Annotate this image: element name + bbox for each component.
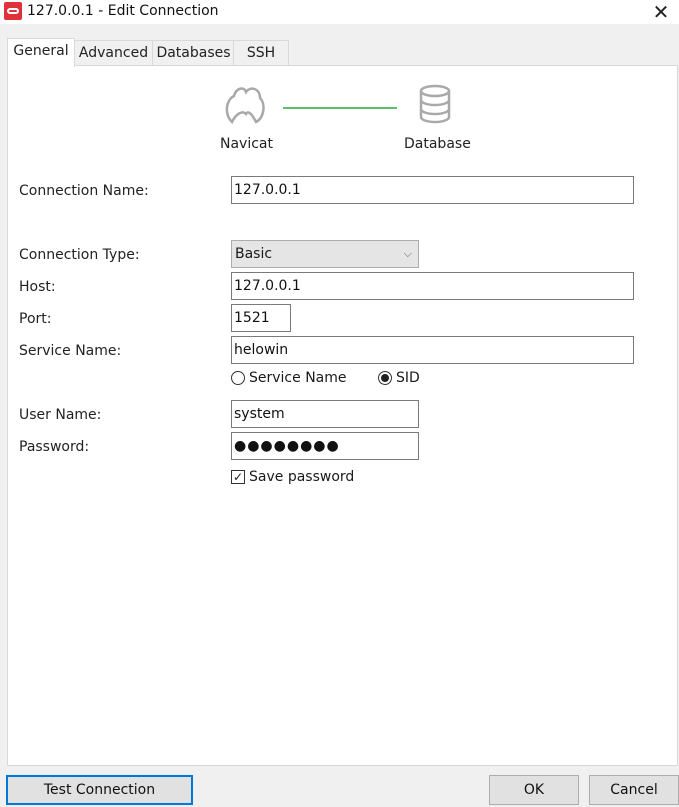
checkmark-icon: ✓ [231,470,245,484]
navicat-label: Navicat [220,136,273,152]
radio-service-name-label: Service Name [249,370,347,386]
radio-sid-label: SID [396,370,420,386]
connection-name-label: Connection Name: [19,183,149,199]
close-icon[interactable]: ✕ [649,0,673,24]
user-name-label: User Name: [19,407,102,423]
window-title: 127.0.0.1 - Edit Connection [27,3,219,19]
radio-selected-icon [378,371,392,385]
connection-type-label: Connection Type: [19,247,140,263]
ok-button[interactable]: OK [489,775,579,805]
port-input[interactable]: 1521 [231,304,291,332]
host-label: Host: [19,279,56,295]
test-connection-button[interactable]: Test Connection [6,775,193,805]
user-name-input[interactable]: system [231,400,419,428]
password-input[interactable]: ●●●●●●●● [231,432,419,460]
connection-line [283,107,397,109]
radio-service-name[interactable]: Service Name [231,370,347,386]
connection-type-select[interactable]: Basic ⌵ [231,240,419,268]
chevron-down-icon: ⌵ [403,247,412,260]
connection-name-input[interactable]: 127.0.0.1 [231,176,634,204]
radio-icon [231,371,245,385]
host-input[interactable]: 127.0.0.1 [231,272,634,300]
oracle-icon [4,2,22,20]
tab-general[interactable]: General [7,38,75,67]
save-password-label: Save password [249,469,355,485]
tab-ssh[interactable]: SSH [233,40,289,66]
navicat-icon [225,87,265,125]
service-name-input[interactable]: helowin [231,336,634,364]
connection-type-value: Basic [235,246,273,262]
service-name-label: Service Name: [19,343,122,359]
database-label: Database [404,136,471,152]
radio-sid[interactable]: SID [378,370,420,386]
password-label: Password: [19,439,90,455]
port-label: Port: [19,311,52,327]
title-bar: 127.0.0.1 - Edit Connection ✕ [0,0,679,24]
save-password-checkbox[interactable]: ✓ Save password [231,469,354,485]
database-icon [419,84,451,124]
cancel-button[interactable]: Cancel [589,775,679,805]
tab-databases[interactable]: Databases [152,40,235,66]
tab-advanced[interactable]: Advanced [73,40,154,66]
